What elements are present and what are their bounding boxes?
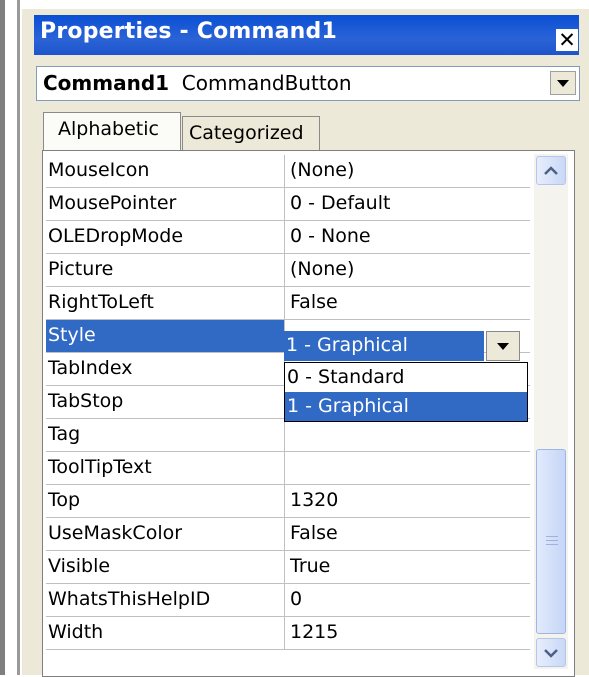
tab-categorized[interactable]: Categorized bbox=[182, 116, 320, 150]
property-row[interactable]: MouseIcon (None) bbox=[46, 155, 530, 188]
property-row[interactable]: Width 1215 bbox=[46, 617, 530, 650]
object-type: CommandButton bbox=[181, 71, 352, 95]
property-value[interactable]: 1320 bbox=[290, 485, 338, 516]
vertical-scrollbar[interactable] bbox=[534, 154, 568, 669]
property-name: Width bbox=[48, 621, 104, 643]
object-name: Command1 bbox=[43, 71, 170, 95]
title-bar[interactable]: Properties - Command1 ✕ bbox=[34, 15, 579, 55]
property-name: Style bbox=[48, 324, 96, 346]
property-name: MouseIcon bbox=[48, 159, 150, 181]
property-row[interactable]: Tag bbox=[46, 419, 530, 452]
property-value[interactable]: True bbox=[290, 551, 330, 582]
style-dropdown-list: 0 - Standard 1 - Graphical bbox=[284, 362, 528, 422]
object-selector-text: Command1 CommandButton bbox=[43, 71, 352, 95]
background-edge bbox=[17, 0, 20, 675]
property-name: OLEDropMode bbox=[48, 225, 184, 247]
property-row[interactable]: Picture (None) bbox=[46, 254, 530, 287]
property-value[interactable]: 1215 bbox=[290, 617, 338, 648]
property-row[interactable]: UseMaskColor False bbox=[46, 518, 530, 551]
property-value[interactable]: 0 - None bbox=[290, 221, 371, 252]
chevron-down-icon bbox=[544, 649, 558, 658]
property-value[interactable]: (None) bbox=[290, 254, 354, 285]
property-row[interactable]: WhatsThisHelpID 0 bbox=[46, 584, 530, 617]
property-value[interactable]: (None) bbox=[290, 155, 354, 186]
property-name: ToolTipText bbox=[48, 456, 152, 478]
property-name: WhatsThisHelpID bbox=[48, 588, 211, 610]
dropdown-option-standard[interactable]: 0 - Standard bbox=[285, 363, 527, 392]
style-value-field[interactable]: 1 - Graphical bbox=[284, 331, 484, 361]
tab-alphabetic[interactable]: Alphabetic bbox=[43, 112, 181, 152]
property-name: TabIndex bbox=[48, 357, 133, 379]
dropdown-option-graphical[interactable]: 1 - Graphical bbox=[285, 392, 527, 421]
property-value[interactable]: 0 bbox=[290, 584, 302, 615]
chevron-up-icon bbox=[544, 166, 558, 175]
window-title: Properties - Command1 bbox=[40, 19, 337, 44]
property-name: Top bbox=[48, 489, 81, 511]
scroll-up-button[interactable] bbox=[536, 156, 566, 185]
property-name: RightToLeft bbox=[48, 291, 154, 313]
property-name: Picture bbox=[48, 258, 114, 280]
style-current-value: 1 - Graphical bbox=[286, 334, 408, 356]
property-name: TabStop bbox=[48, 390, 124, 412]
close-button[interactable]: ✕ bbox=[556, 29, 578, 51]
property-name: Visible bbox=[48, 555, 111, 577]
property-value[interactable]: 0 - Default bbox=[290, 188, 390, 219]
property-row[interactable]: RightToLeft False bbox=[46, 287, 530, 320]
style-dropdown-button[interactable] bbox=[486, 331, 520, 361]
property-name: UseMaskColor bbox=[48, 522, 183, 544]
object-selector[interactable]: Command1 CommandButton bbox=[36, 66, 580, 101]
property-row[interactable]: MousePointer 0 - Default bbox=[46, 188, 530, 221]
property-row[interactable]: OLEDropMode 0 - None bbox=[46, 221, 530, 254]
property-value[interactable]: False bbox=[290, 518, 338, 549]
property-row[interactable]: Top 1320 bbox=[46, 485, 530, 518]
background-edge bbox=[0, 0, 5, 675]
properties-window: Properties - Command1 ✕ Command1 Command… bbox=[22, 9, 589, 677]
chevron-down-icon bbox=[557, 80, 569, 87]
property-name: Tag bbox=[48, 423, 81, 445]
object-selector-dropdown-button[interactable] bbox=[550, 71, 576, 95]
property-name: MousePointer bbox=[48, 192, 177, 214]
property-value[interactable]: False bbox=[290, 287, 338, 318]
property-row[interactable]: Visible True bbox=[46, 551, 530, 584]
close-icon: ✕ bbox=[558, 28, 576, 52]
scroll-thumb[interactable] bbox=[536, 449, 566, 634]
property-row[interactable]: ToolTipText bbox=[46, 452, 530, 485]
chevron-down-icon bbox=[497, 343, 509, 350]
scroll-down-button[interactable] bbox=[536, 638, 566, 667]
